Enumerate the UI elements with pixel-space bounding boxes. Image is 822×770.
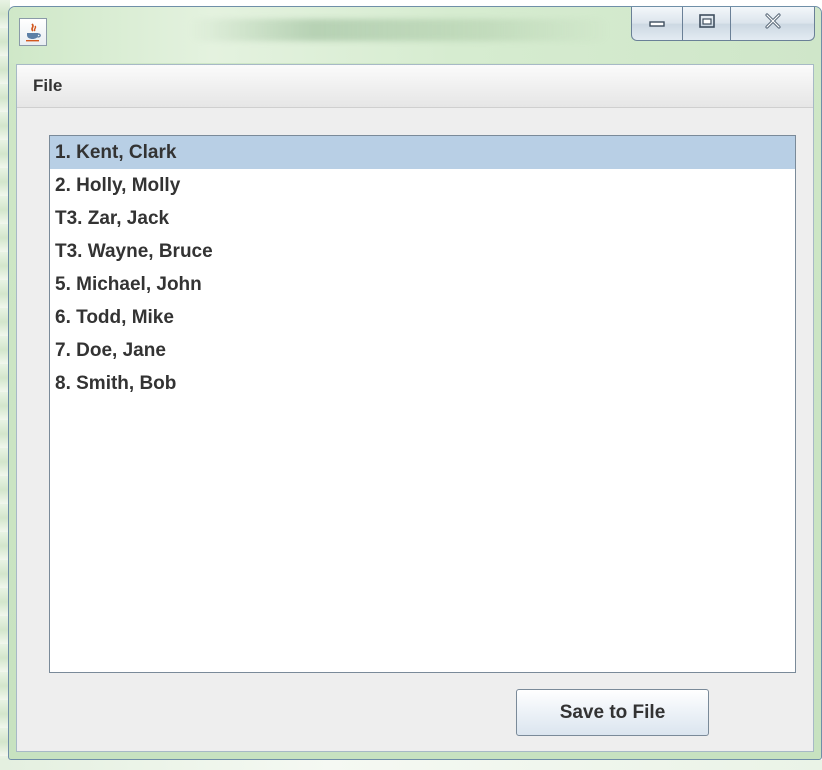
list-item[interactable]: 6. Todd, Mike [50,301,795,334]
maximize-button[interactable] [683,7,731,41]
list-item[interactable]: 1. Kent, Clark [50,136,795,169]
blurred-title-text [189,19,609,41]
desktop-background-bottom [0,760,822,770]
client-area: File 1. Kent, Clark 2. Holly, Molly T3. … [16,64,814,752]
maximize-icon [698,13,716,34]
java-app-icon[interactable] [19,18,47,46]
list-item[interactable]: T3. Zar, Jack [50,202,795,235]
close-button[interactable] [731,7,815,41]
list-item[interactable]: T3. Wayne, Bruce [50,235,795,268]
app-window: File 1. Kent, Clark 2. Holly, Molly T3. … [8,6,822,760]
minimize-icon [648,15,666,33]
window-controls [631,7,815,41]
list-item[interactable]: 2. Holly, Molly [50,169,795,202]
list-item[interactable]: 7. Doe, Jane [50,334,795,367]
title-bar[interactable] [9,7,821,63]
menu-file[interactable]: File [29,74,66,98]
name-list[interactable]: 1. Kent, Clark 2. Holly, Molly T3. Zar, … [49,135,796,673]
menu-bar: File [17,65,813,108]
minimize-button[interactable] [631,7,683,41]
list-item[interactable]: 5. Michael, John [50,268,795,301]
save-to-file-button[interactable]: Save to File [516,689,709,736]
list-item[interactable]: 8. Smith, Bob [50,367,795,400]
close-icon [763,13,783,34]
